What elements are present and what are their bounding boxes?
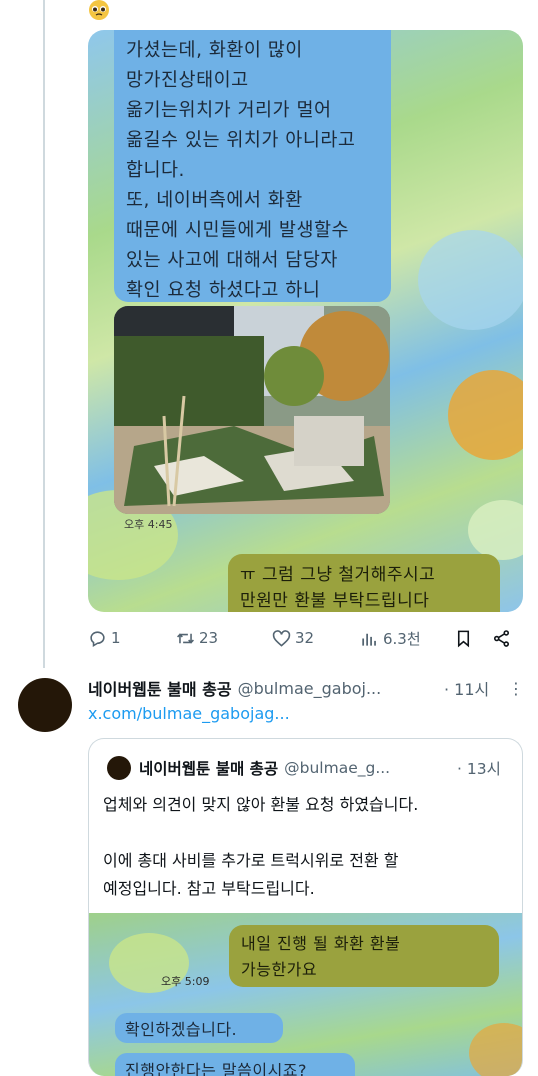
like-button[interactable]: 32	[272, 629, 314, 648]
chat-bubble-sent: ㅠ 그럼 그냥 철거해주시고 만원만 환불 부탁드립니다	[228, 554, 500, 612]
chat-bubble-sent: 내일 진행 될 화환 환불 가능한가요	[229, 925, 499, 987]
tweet-timestamp[interactable]: · 11시	[444, 676, 489, 700]
retweet-button[interactable]: 23	[176, 629, 218, 648]
reply-icon	[90, 630, 105, 647]
views-count: 6.3천	[383, 629, 421, 648]
chat-bubble-received: 가셨는데, 화환이 많이 망가진상태이고 옮기는위치가 거리가 멀어 옮길수 있…	[114, 30, 391, 331]
background-decor	[469, 1023, 522, 1076]
chat-bubble-received: 진행안한다는 말씀이시죠?	[115, 1053, 355, 1076]
quoted-tweet-header: 네이버웹툰 불매 총공 @bulmae_g... · 13시	[107, 756, 507, 780]
chat-bubble-received: 확인하겠습니다.	[115, 1013, 283, 1043]
reply-button[interactable]: 1	[88, 629, 121, 648]
avatar[interactable]	[18, 678, 72, 732]
background-decor	[448, 370, 523, 460]
chat-message-text: 가셨는데, 화환이 많이 망가진상태이고 옮기는위치가 거리가 멀어 옮길수 있…	[126, 40, 356, 331]
share-icon	[493, 629, 510, 647]
user-handle: @bulmae_g...	[284, 759, 391, 777]
share-button[interactable]	[492, 629, 515, 648]
views-icon	[362, 633, 376, 646]
bookmark-button[interactable]	[454, 629, 477, 648]
avatar	[107, 756, 131, 780]
chat-message-text: 확인하겠습니다.	[125, 1020, 238, 1039]
thread-connector-line	[43, 0, 45, 668]
like-count: 32	[295, 629, 315, 647]
chat-message-text: 진행안한다는 말씀이시죠?	[125, 1061, 307, 1076]
like-icon	[272, 629, 291, 647]
display-name[interactable]: 네이버웹툰 불매 총공	[88, 676, 232, 700]
more-icon[interactable]: ⋮	[508, 679, 524, 698]
quoted-tweet-text: 업체와 의견이 맞지 않아 환불 요청 하였습니다. 이에 총대 사비를 추가로…	[103, 795, 419, 898]
message-timestamp: 오후 4:45	[124, 518, 173, 531]
chat-message-text: ㅠ 그럼 그냥 철거해주시고 만원만 환불 부탁드립니다	[240, 565, 436, 611]
quoted-tweet-card[interactable]: 네이버웹툰 불매 총공 @bulmae_g... · 13시 업체와 의견이 맞…	[88, 738, 523, 1076]
background-decor	[418, 230, 523, 330]
tweet-action-bar: 1 23 32 6.3천	[88, 624, 518, 652]
user-handle[interactable]: @bulmae_gaboj...	[238, 679, 382, 698]
quoted-tweet-media-chat-screenshot[interactable]: 내일 진행 될 화환 환불 가능한가요 오후 5:09 확인하겠습니다. 진행안…	[89, 913, 522, 1076]
tweet-header: 네이버웹툰 불매 총공 @bulmae_gaboj... · 11시 ⋮	[88, 676, 528, 700]
retweet-count: 23	[199, 629, 219, 647]
bookmark-icon	[457, 630, 470, 647]
retweet-icon	[177, 632, 194, 644]
tweet-timestamp: · 13시	[457, 760, 501, 778]
views-button[interactable]: 6.3천	[360, 628, 421, 649]
tweet-media-chat-screenshot[interactable]: 가셨는데, 화환이 많이 망가진상태이고 옮기는위치가 거리가 멀어 옮길수 있…	[88, 30, 523, 612]
photo-damaged-wreaths	[114, 306, 390, 514]
display-name: 네이버웹툰 불매 총공	[139, 760, 279, 778]
message-timestamp: 오후 5:09	[161, 975, 210, 988]
reply-count: 1	[111, 629, 121, 647]
background-decor	[468, 500, 523, 560]
tweet-link[interactable]: x.com/bulmae_gabojag...	[88, 704, 290, 723]
chat-message-text: 내일 진행 될 화환 환불 가능한가요	[241, 934, 401, 979]
pleading-face-emoji	[89, 0, 109, 20]
